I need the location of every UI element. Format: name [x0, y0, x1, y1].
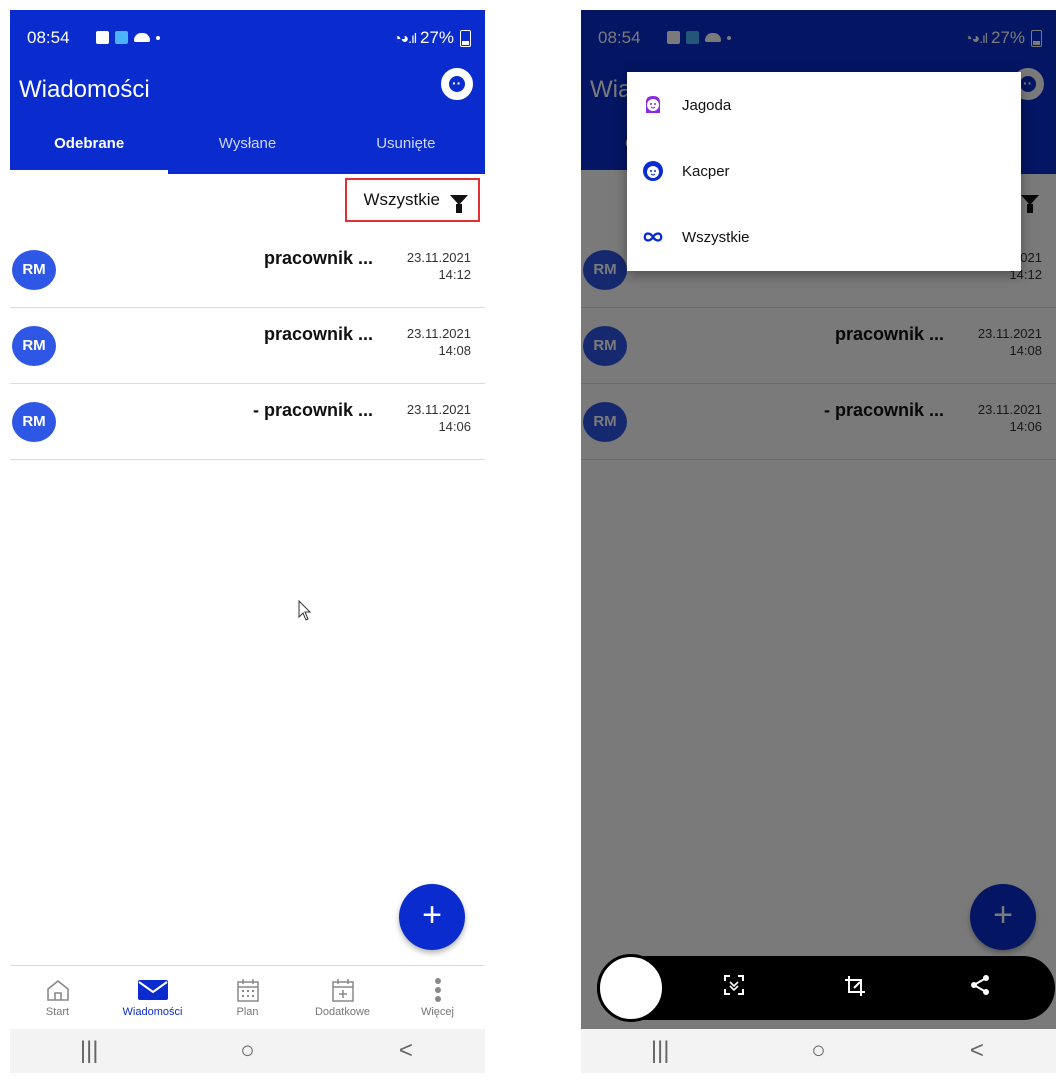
calendar-icon	[115, 31, 128, 44]
message-date: 23.11.2021	[406, 250, 471, 265]
filter-dropdown-menu: Jagoda Kacper Wszystkie	[627, 72, 1021, 271]
filter-label: Wszystkie	[363, 190, 441, 209]
gallery-icon	[96, 31, 109, 44]
message-row[interactable]: RM pracownik ... 23.11.2021 14:08	[10, 308, 485, 384]
nav-label: Plan	[236, 1006, 259, 1018]
home-icon	[10, 974, 105, 1006]
sender-avatar: RM	[12, 250, 56, 290]
filter-button[interactable]: Wszystkie	[345, 178, 480, 222]
status-time: 08:54	[27, 28, 70, 47]
girl-avatar-icon	[642, 94, 664, 116]
tab-bar: Odebrane Wysłane Usunięte	[10, 118, 485, 174]
menu-item-label: Kacper	[682, 162, 730, 180]
message-date: 23.11.2021	[406, 402, 471, 417]
compose-fab-button[interactable]: +	[399, 884, 465, 950]
nav-label: Start	[45, 1006, 70, 1018]
menu-item-jagoda[interactable]: Jagoda	[627, 72, 1021, 138]
nav-item-start[interactable]: Start	[10, 966, 105, 1030]
message-time: 14:12	[438, 267, 471, 282]
phone-screen-left: 08:54 ◔◕.ıl 27% Wiadomości Odebrane Wysł…	[10, 10, 485, 1073]
message-list: RM pracownik ... 23.11.2021 14:12 RM pra…	[10, 232, 485, 460]
message-title: - pracownik ...	[252, 400, 373, 420]
recents-button[interactable]: |||	[581, 1037, 739, 1065]
nav-item-wiecej[interactable]: Więcej	[390, 966, 485, 1030]
filter-icon	[450, 195, 468, 213]
tab-odebrane[interactable]: Odebrane	[10, 118, 169, 174]
sender-avatar: RM	[12, 326, 56, 366]
home-button[interactable]: ○	[168, 1037, 326, 1065]
crop-edit-icon[interactable]	[843, 974, 867, 1004]
bottom-nav: Start Wiadomości Plan Dodatkowe Więcej	[10, 965, 485, 1030]
nav-label: Więcej	[420, 1006, 454, 1018]
nav-item-plan[interactable]: Plan	[200, 966, 295, 1030]
screenshot-thumbnail[interactable]	[597, 954, 665, 1022]
tab-usuniete[interactable]: Usunięte	[327, 118, 485, 174]
system-nav-bar: ||| ○ <	[581, 1029, 1056, 1073]
scroll-capture-icon[interactable]	[723, 974, 745, 1002]
filter-bar: Wszystkie	[10, 174, 485, 233]
nav-item-dodatkowe[interactable]: Dodatkowe	[295, 966, 390, 1030]
nav-label: Wiadomości	[122, 1006, 183, 1018]
message-datetime: 23.11.2021 14:12	[407, 249, 471, 283]
calendar-add-icon	[295, 974, 390, 1006]
recents-button[interactable]: |||	[10, 1037, 168, 1065]
tab-wyslane[interactable]: Wysłane	[168, 118, 326, 174]
mail-icon	[105, 974, 200, 1006]
wifi-icon: ◔◕.ıl	[393, 30, 417, 46]
sender-avatar: RM	[12, 402, 56, 442]
message-time: 14:06	[438, 419, 471, 434]
calendar-icon	[200, 974, 295, 1006]
status-right: ◔◕.ıl 27%	[393, 28, 471, 48]
cloud-icon	[134, 33, 150, 42]
battery-icon	[460, 29, 471, 47]
mouse-cursor-icon	[298, 600, 312, 621]
message-row[interactable]: RM - pracownik ... 23.11.2021 14:06	[10, 384, 485, 460]
back-button[interactable]: <	[898, 1037, 1056, 1065]
app-bar: Wiadomości	[10, 68, 485, 118]
dot-icon	[156, 35, 160, 40]
menu-item-kacper[interactable]: Kacper	[627, 138, 1021, 204]
status-icons	[96, 31, 160, 44]
phone-screen-right: 08:54 ◔◕.ıl 27% Wiadomości Odebrane Wysł…	[581, 10, 1056, 1073]
home-button[interactable]: ○	[739, 1037, 897, 1065]
message-time: 14:08	[438, 343, 471, 358]
profile-avatar-icon[interactable]	[441, 68, 473, 100]
menu-item-wszystkie[interactable]: Wszystkie	[627, 204, 1021, 270]
back-button[interactable]: <	[327, 1037, 485, 1065]
more-vertical-icon	[390, 974, 485, 1006]
message-title: pracownik ...	[263, 248, 373, 268]
page-title: Wiadomości	[19, 76, 150, 103]
message-datetime: 23.11.2021 14:08	[407, 325, 471, 359]
system-nav-bar: ||| ○ <	[10, 1029, 485, 1073]
screenshot-toolbar	[597, 954, 1055, 1022]
message-title: pracownik ...	[263, 324, 373, 344]
infinity-icon	[642, 226, 664, 248]
message-row[interactable]: RM pracownik ... 23.11.2021 14:12	[10, 232, 485, 308]
menu-item-label: Jagoda	[682, 96, 732, 114]
message-date: 23.11.2021	[406, 326, 471, 341]
share-icon[interactable]	[969, 974, 991, 1002]
battery-text: 27%	[419, 28, 454, 47]
menu-item-label: Wszystkie	[682, 228, 750, 246]
message-datetime: 23.11.2021 14:06	[407, 401, 471, 435]
nav-item-wiadomosci[interactable]: Wiadomości	[105, 966, 200, 1030]
boy-avatar-icon	[642, 160, 664, 182]
nav-label: Dodatkowe	[314, 1006, 371, 1018]
status-bar: 08:54 ◔◕.ıl 27%	[10, 10, 485, 68]
